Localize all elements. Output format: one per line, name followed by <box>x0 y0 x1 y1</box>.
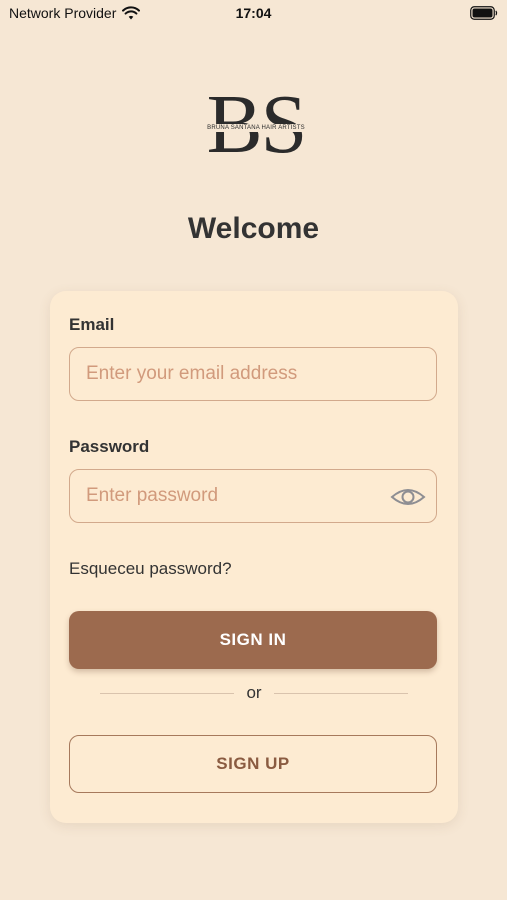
email-label: Email <box>69 315 115 334</box>
divider-line-right <box>274 693 408 694</box>
battery-icon <box>470 6 498 20</box>
status-bar: Network Provider 17:04 <box>0 0 507 28</box>
logo-tagline: BRUNA SANTANA HAIR ARTISTS <box>196 124 316 132</box>
sign-in-button[interactable]: SIGN IN <box>69 611 437 669</box>
sign-up-button[interactable]: SIGN UP <box>69 735 437 793</box>
email-field[interactable] <box>70 348 436 400</box>
eye-icon[interactable] <box>390 485 426 509</box>
forgot-password-link[interactable]: Esqueceu password? <box>69 559 232 579</box>
password-field-container <box>69 469 437 523</box>
brand-logo: BS BRUNA SANTANA HAIR ARTISTS <box>196 80 316 170</box>
page-title: Welcome <box>187 212 320 245</box>
password-label: Password <box>69 437 150 456</box>
password-field[interactable] <box>70 470 436 522</box>
or-divider: or <box>100 681 408 705</box>
clock: 17:04 <box>235 5 272 21</box>
login-card: Email Password Esqueceu password? SIGN I… <box>50 291 458 823</box>
email-field-container <box>69 347 437 401</box>
